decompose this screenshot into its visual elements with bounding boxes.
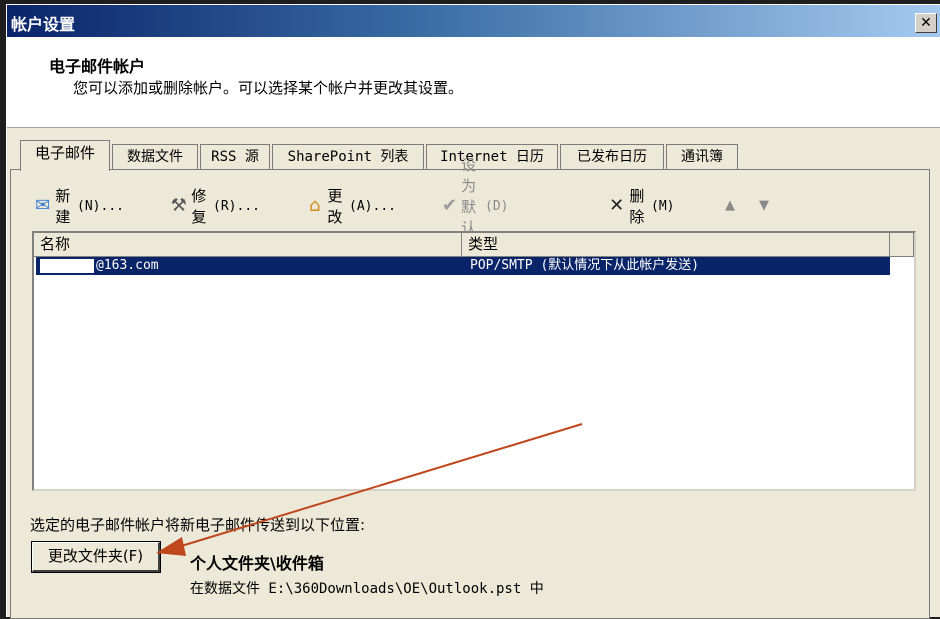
move-up-button[interactable]: ▲ [718, 192, 746, 220]
change-button[interactable]: ⌂ 更改 (A)... [306, 187, 396, 226]
tab-published-calendars[interactable]: 已发布日历 [560, 144, 664, 170]
change-settings-icon: ⌂ [308, 195, 321, 216]
tab-address-books[interactable]: 通讯簿 [666, 144, 738, 170]
close-button[interactable]: ✕ [915, 13, 937, 33]
tools-icon: ⚒ [170, 195, 187, 216]
account-name-cell: @163.com [40, 257, 159, 275]
header-description: 您可以添加或删除帐户。可以选择某个帐户并更改其设置。 [73, 79, 464, 97]
header-title: 电子邮件帐户 [49, 57, 146, 76]
tab-rss-feeds[interactable]: RSS 源 [200, 144, 270, 170]
arrow-down-icon: ▼ [759, 198, 769, 213]
tab-data-files[interactable]: 数据文件 [112, 144, 198, 170]
change-label: 更改 [327, 187, 343, 226]
repair-button[interactable]: ⚒ 修复 (R)... [170, 187, 260, 226]
move-down-button[interactable]: ▼ [752, 192, 780, 220]
repair-shortcut: (R)... [213, 198, 260, 214]
change-shortcut: (A)... [349, 198, 396, 214]
new-mail-icon: ✉ [35, 195, 51, 216]
account-list[interactable]: 名称 类型 @163.com POP/SMTP (默认情况下从此帐户发送) [32, 231, 916, 491]
account-type: POP/SMTP (默认情况下从此帐户发送) [470, 258, 700, 273]
tab-email[interactable]: 电子邮件 [20, 140, 110, 171]
arrow-up-icon: ▲ [725, 198, 735, 213]
delete-x-icon: ✕ [609, 195, 625, 216]
tab-sharepoint-lists[interactable]: SharePoint 列表 [272, 144, 424, 170]
set-default-shortcut: (D) [485, 198, 509, 214]
delete-button[interactable]: ✕ 删除 (M) [608, 187, 675, 226]
repair-label: 修复 [191, 187, 207, 226]
title-bar[interactable]: 帐户设置 ✕ [7, 5, 940, 37]
column-header-name[interactable]: 名称 [34, 233, 462, 257]
list-header: 名称 类型 [34, 233, 914, 257]
delivery-folder-path: 个人文件夹\收件箱 [190, 554, 324, 573]
change-folder-button[interactable]: 更改文件夹(F) [31, 541, 161, 573]
account-row[interactable]: @163.com POP/SMTP (默认情况下从此帐户发送) [36, 257, 890, 275]
set-default-button[interactable]: ✔ 设为默认值 (D) [442, 156, 509, 258]
delete-shortcut: (M) [651, 198, 675, 214]
tab-internet-calendars[interactable]: Internet 日历 [426, 144, 558, 170]
delivery-data-file-path: 在数据文件 E:\360Downloads\OE\Outlook.pst 中 [190, 581, 544, 597]
redacted-username [40, 258, 94, 273]
account-name: @163.com [96, 258, 159, 273]
window-title: 帐户设置 [11, 15, 76, 34]
column-header-type[interactable]: 类型 [462, 233, 890, 257]
delete-label: 删除 [629, 187, 645, 226]
new-account-button[interactable]: ✉ 新建 (N)... [34, 187, 124, 226]
column-header-filler [890, 233, 914, 257]
new-account-label: 新建 [55, 187, 71, 226]
check-circle-icon: ✔ [442, 195, 458, 216]
new-account-shortcut: (N)... [77, 198, 124, 214]
delivery-location-label: 选定的电子邮件帐户将新电子邮件传送到以下位置: [30, 516, 366, 534]
dialog-header: 电子邮件帐户 您可以添加或删除帐户。可以选择某个帐户并更改其设置。 [7, 37, 940, 128]
